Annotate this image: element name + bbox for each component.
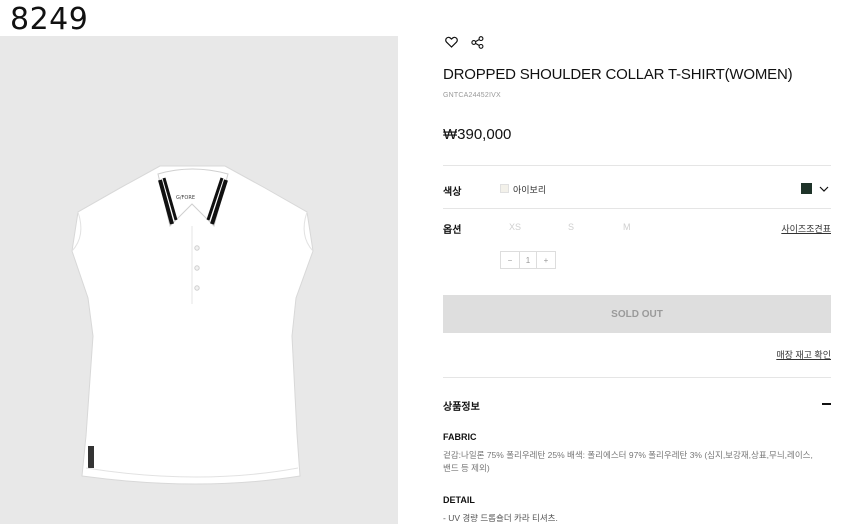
divider bbox=[443, 377, 831, 378]
share-icon[interactable] bbox=[469, 34, 485, 50]
product-code: GNTCA24452IVX bbox=[443, 92, 501, 99]
store-stock-link[interactable]: 매장 재고 확인 bbox=[776, 348, 831, 361]
color-swatch bbox=[500, 184, 509, 193]
fabric-text-line1: 겉감:나일론 75% 폴리우레탄 25% 배색: 폴리에스터 97% 폴리우레탄… bbox=[443, 450, 813, 460]
color-label: 색상 bbox=[443, 187, 462, 198]
quantity-stepper: − 1 + bbox=[500, 251, 556, 269]
image-id-label: 8249 bbox=[10, 2, 89, 37]
quantity-plus-button[interactable]: + bbox=[537, 252, 555, 268]
option-label: 옵션 bbox=[443, 225, 462, 236]
heart-icon[interactable] bbox=[443, 34, 459, 50]
chevron-down-icon[interactable] bbox=[818, 182, 830, 194]
product-info-title: 상품정보 bbox=[443, 402, 480, 413]
collapse-minus-icon[interactable] bbox=[822, 403, 831, 405]
product-title: DROPPED SHOULDER COLLAR T-SHIRT(WOMEN) bbox=[443, 66, 793, 83]
detail-text-line1: - UV 경량 드롭숄더 카라 티셔츠. bbox=[443, 513, 558, 523]
quantity-minus-button[interactable]: − bbox=[501, 252, 519, 268]
action-icons bbox=[443, 34, 485, 50]
product-image[interactable]: G/FORE bbox=[0, 36, 398, 524]
color-chip[interactable] bbox=[801, 183, 812, 194]
product-photo: G/FORE bbox=[71, 165, 314, 485]
divider bbox=[443, 165, 831, 166]
size-option-xs[interactable]: XS bbox=[509, 222, 521, 232]
size-option-s[interactable]: S bbox=[568, 222, 574, 232]
quantity-value[interactable]: 1 bbox=[519, 252, 537, 268]
color-name: 아이보리 bbox=[513, 185, 547, 195]
product-info-panel: DROPPED SHOULDER COLLAR T-SHIRT(WOMEN) G… bbox=[443, 0, 831, 524]
size-guide-link[interactable]: 사이즈조견표 bbox=[781, 222, 831, 235]
brand-label-text: G/FORE bbox=[176, 195, 195, 201]
sold-out-button[interactable]: SOLD OUT bbox=[443, 295, 831, 333]
divider bbox=[443, 208, 831, 209]
fabric-title: FABRIC bbox=[443, 432, 477, 442]
product-price: ₩390,000 bbox=[443, 126, 512, 143]
size-option-m[interactable]: M bbox=[623, 222, 631, 232]
detail-title: DETAIL bbox=[443, 495, 475, 505]
fabric-text-line2: 밴드 등 제외) bbox=[443, 463, 490, 473]
